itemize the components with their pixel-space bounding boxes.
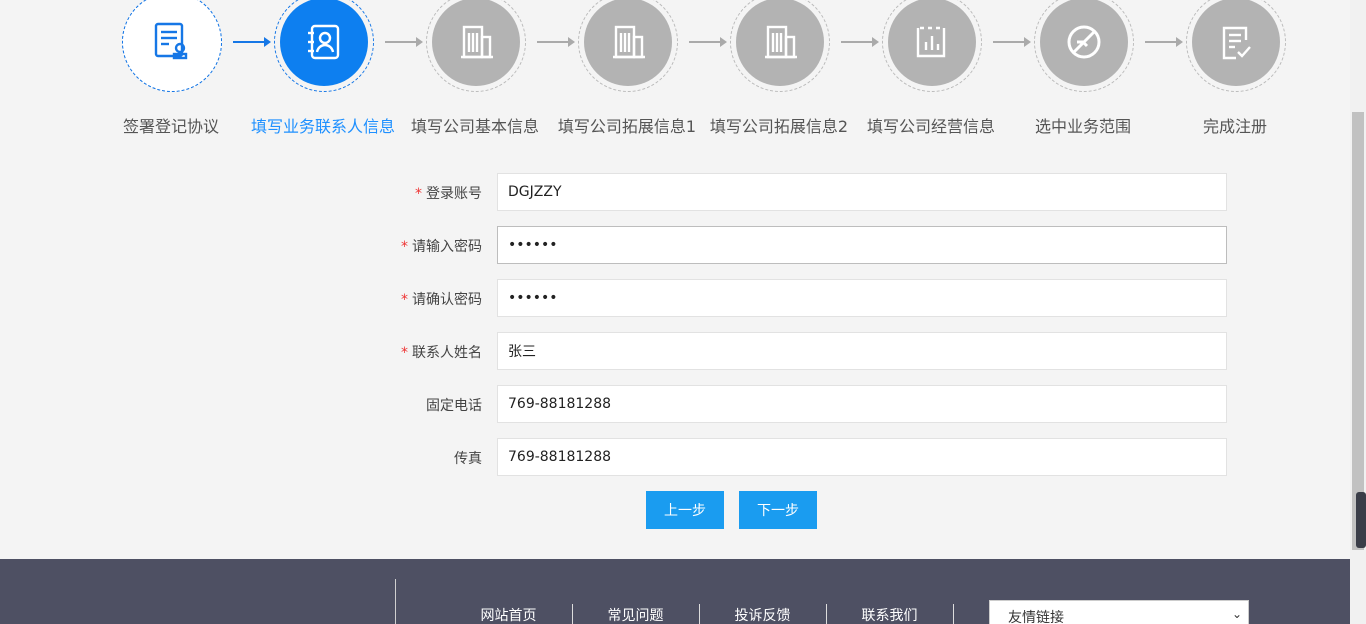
- step-label: 签署登记协议: [122, 117, 219, 136]
- step-label: 填写业务联系人信息: [250, 117, 395, 136]
- step-label: 填写公司拓展信息2: [709, 117, 849, 136]
- confirm-password-row: * 请确认密码: [340, 279, 1230, 317]
- next-step-button[interactable]: 下一步: [739, 491, 817, 529]
- contact-name-row: * 联系人姓名: [340, 332, 1230, 370]
- footer-link-faq[interactable]: 常见问题: [572, 605, 699, 624]
- building-icon: [432, 0, 520, 86]
- account-row: * 登录账号: [340, 173, 1230, 211]
- fax-label: 传真: [454, 451, 482, 467]
- confirm-password-label: 请确认密码: [412, 292, 482, 308]
- building-icon: [736, 0, 824, 86]
- prev-step-button[interactable]: 上一步: [646, 491, 724, 529]
- step-label: 填写公司经营信息: [866, 117, 995, 136]
- required-mark: *: [401, 239, 408, 255]
- footer: 网站首页 常见问题 投诉反馈 联系我们 友情链接 ⌄: [0, 559, 1350, 624]
- checklist-icon: [1192, 0, 1280, 86]
- fax-row: 传真: [340, 438, 1230, 476]
- step-company-ext2: 填写公司拓展信息2: [703, 0, 855, 150]
- phone-label: 固定电话: [426, 398, 482, 414]
- password-input[interactable]: [497, 226, 1227, 264]
- footer-link-contact[interactable]: 联系我们: [826, 605, 953, 624]
- required-mark: *: [401, 292, 408, 308]
- step-label: 选中业务范围: [1034, 117, 1131, 136]
- building-icon: [584, 0, 672, 86]
- fax-input[interactable]: [497, 438, 1227, 476]
- footer-link-home[interactable]: 网站首页: [445, 605, 572, 624]
- contact-book-icon: [280, 0, 368, 86]
- no-entry-icon: [1040, 0, 1128, 86]
- step-complete: 完成注册: [1159, 0, 1311, 150]
- password-label: 请输入密码: [412, 239, 482, 255]
- account-label: 登录账号: [426, 186, 482, 202]
- step-sign-agreement: 签署登记协议: [95, 0, 247, 150]
- footer-link-feedback[interactable]: 投诉反馈: [699, 605, 826, 624]
- step-contact-info: 填写业务联系人信息: [247, 0, 399, 150]
- confirm-password-input[interactable]: [497, 279, 1227, 317]
- footer-divider: [395, 579, 396, 624]
- friend-links-value: 友情链接: [1008, 610, 1064, 624]
- scrollbar-thumb[interactable]: [1352, 112, 1364, 550]
- step-company-ext1: 填写公司拓展信息1: [551, 0, 703, 150]
- required-mark: *: [415, 186, 422, 202]
- nav-separator: [953, 604, 954, 624]
- side-widget[interactable]: [1356, 492, 1366, 548]
- required-mark: *: [401, 345, 408, 361]
- friend-links-select[interactable]: 友情链接 ⌄: [989, 600, 1249, 624]
- phone-input[interactable]: [497, 385, 1227, 423]
- contact-name-input[interactable]: [497, 332, 1227, 370]
- step-label: 填写公司拓展信息1: [557, 117, 697, 136]
- account-input[interactable]: [497, 173, 1227, 211]
- step-business-scope: 选中业务范围: [1007, 0, 1159, 150]
- step-label: 完成注册: [1202, 117, 1267, 136]
- step-company-operation: 填写公司经营信息: [855, 0, 1007, 150]
- phone-row: 固定电话: [340, 385, 1230, 423]
- contact-name-label: 联系人姓名: [412, 345, 482, 361]
- registration-steps: 签署登记协议 填写业务联系人信息 填写公司基本信息 填写公司拓展信息1 填写公司…: [0, 0, 1350, 150]
- password-row: * 请输入密码: [340, 226, 1230, 264]
- step-company-basic: 填写公司基本信息: [399, 0, 551, 150]
- step-label: 填写公司基本信息: [410, 117, 539, 136]
- chevron-down-icon: ⌄: [1231, 607, 1242, 621]
- contract-stamp-icon: [122, 0, 222, 92]
- bar-chart-icon: [888, 0, 976, 86]
